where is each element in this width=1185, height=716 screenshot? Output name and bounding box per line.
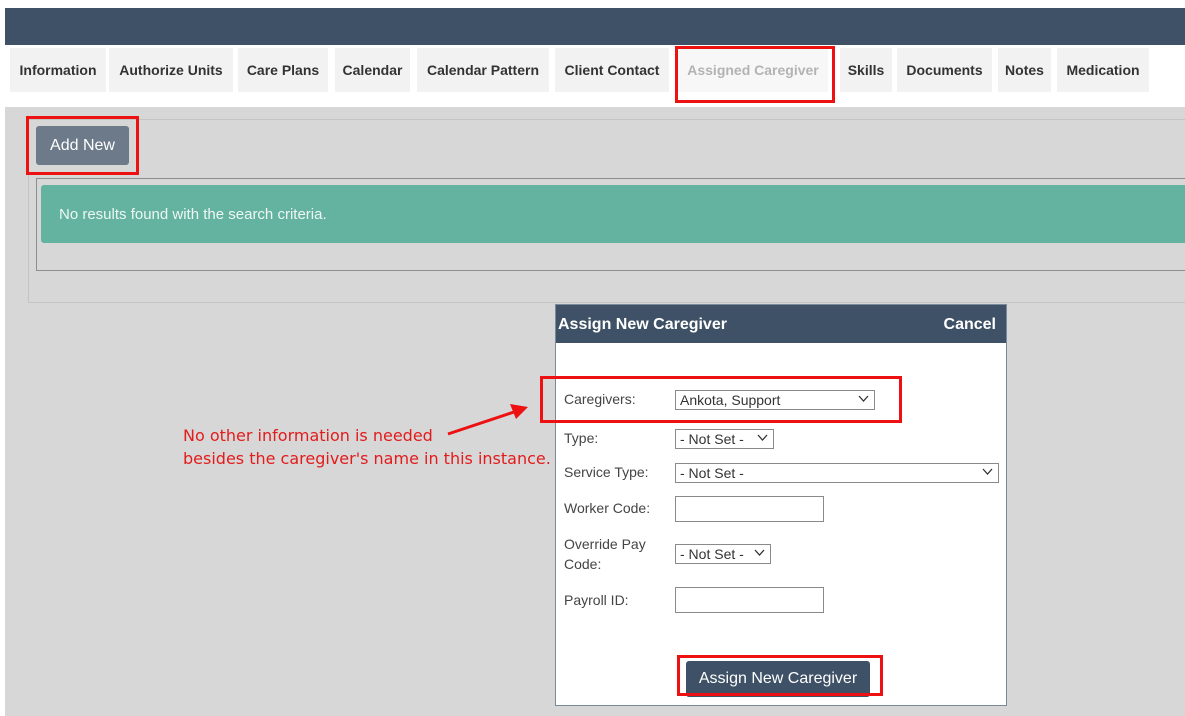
override-pay-code-label: Override Pay Code: (564, 534, 646, 574)
chevron-down-icon (982, 468, 993, 475)
tab-calendar[interactable]: Calendar (335, 48, 410, 92)
tab-calendar-pattern[interactable]: Calendar Pattern (417, 48, 549, 92)
override-pay-code-select-value: - Not Set - (680, 546, 744, 562)
worker-code-input[interactable] (675, 496, 824, 522)
tab-bar: Information Authorize Units Care Plans C… (5, 45, 1185, 107)
tab-care-plans[interactable]: Care Plans (238, 48, 328, 92)
highlight-assign-button (677, 655, 883, 696)
override-pay-code-label-line-2: Code: (564, 556, 602, 572)
annotation-arrow-icon (447, 404, 528, 436)
tab-authorize-units[interactable]: Authorize Units (109, 48, 233, 92)
service-type-select-value: - Not Set - (680, 465, 744, 481)
tab-medication[interactable]: Medication (1057, 48, 1149, 92)
dialog-header: Assign New Caregiver Cancel (556, 305, 1006, 343)
tab-skills[interactable]: Skills (840, 48, 892, 92)
type-select[interactable]: - Not Set - (675, 429, 774, 449)
service-type-label: Service Type: (564, 464, 649, 480)
tab-client-contact[interactable]: Client Contact (555, 48, 669, 92)
payroll-id-input[interactable] (675, 587, 824, 613)
highlight-add-new-button (26, 116, 139, 175)
cancel-button[interactable]: Cancel (944, 316, 996, 334)
tab-information[interactable]: Information (10, 48, 106, 92)
chevron-down-icon (757, 434, 768, 441)
type-select-value: - Not Set - (680, 431, 744, 447)
tab-notes[interactable]: Notes (998, 48, 1051, 92)
annotation-line-2: besides the caregiver's name in this ins… (183, 449, 551, 468)
payroll-id-label: Payroll ID: (564, 592, 629, 608)
dialog-title: Assign New Caregiver (558, 316, 727, 333)
override-pay-code-label-line-1: Override Pay (564, 536, 646, 552)
service-type-select[interactable]: - Not Set - (675, 463, 999, 483)
highlight-caregivers-field (540, 376, 902, 423)
worker-code-label: Worker Code: (564, 500, 651, 516)
highlight-assigned-caregiver-tab (675, 46, 835, 103)
override-pay-code-select[interactable]: - Not Set - (675, 544, 771, 564)
no-results-alert: No results found with the search criteri… (41, 185, 1185, 243)
chevron-down-icon (754, 549, 765, 556)
tab-documents[interactable]: Documents (897, 48, 992, 92)
top-navigation-bar (5, 8, 1185, 45)
assign-caregiver-dialog: Assign New Caregiver Cancel Caregivers: … (555, 304, 1007, 706)
type-label: Type: (564, 430, 599, 446)
